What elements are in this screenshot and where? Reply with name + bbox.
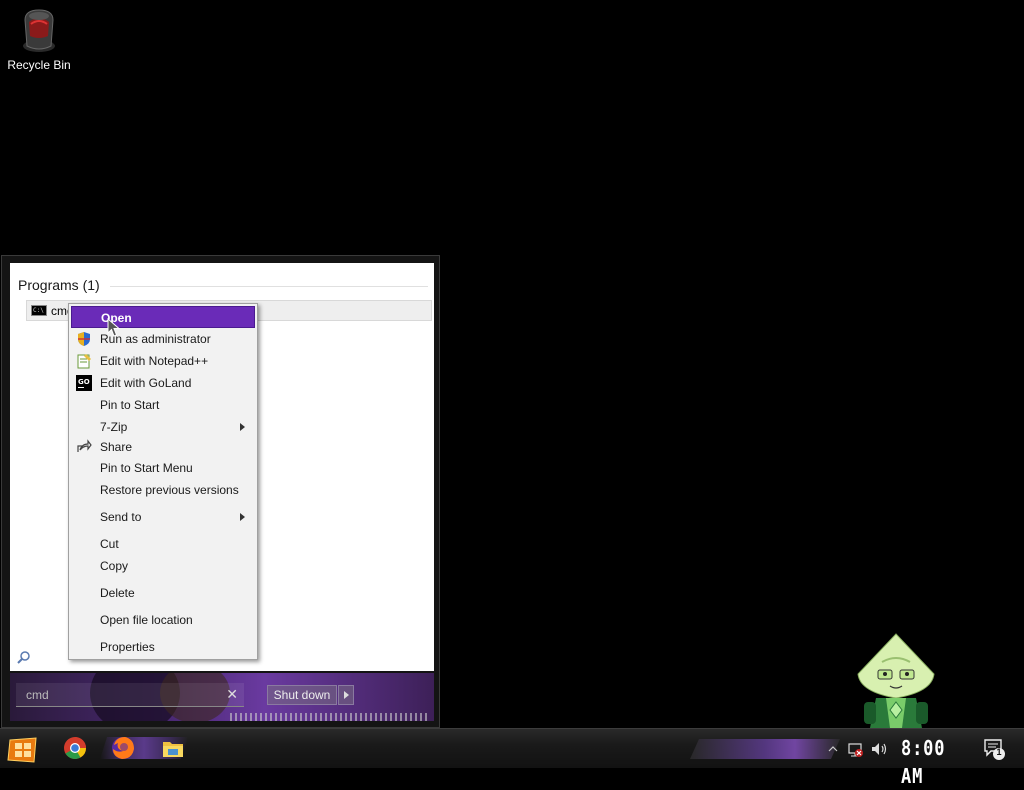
menu-item-label: Copy (100, 559, 129, 573)
taskbar-decoration (690, 739, 840, 759)
show-hidden-icons-chevron-icon[interactable] (828, 739, 838, 759)
menu-item-share[interactable]: Share (71, 436, 255, 458)
menu-item-label: Cut (100, 537, 119, 551)
notification-count-badge: 1 (996, 747, 1002, 757)
notepad-plus-plus-icon (77, 354, 91, 369)
start-button[interactable] (6, 736, 40, 764)
search-everywhere-icon[interactable] (17, 651, 31, 665)
search-input[interactable] (26, 686, 206, 704)
menu-item-label: Pin to Start Menu (100, 461, 193, 475)
menu-item-label: Open file location (100, 613, 193, 627)
menu-item-open[interactable]: Open (71, 306, 255, 328)
network-disconnected-icon[interactable] (846, 739, 864, 759)
menu-item-pin-to-start-menu[interactable]: Pin to Start Menu (71, 457, 255, 479)
share-icon (77, 439, 92, 452)
search-box[interactable]: ✕ (16, 683, 244, 707)
command-prompt-icon: C:\ (31, 305, 47, 316)
menu-item-pin-to-start[interactable]: Pin to Start (71, 394, 255, 416)
submenu-arrow-icon (240, 513, 245, 521)
menu-item-label: Delete (100, 586, 135, 600)
menu-item-edit-with-goland[interactable]: GO Edit with GoLand (71, 372, 255, 394)
context-menu: Open Run as administrator Edit with Note… (68, 303, 258, 660)
menu-item-restore-previous-versions[interactable]: Restore previous versions (71, 479, 255, 501)
volume-icon[interactable] (870, 739, 890, 759)
header-divider (110, 286, 428, 287)
start-menu-footer: ✕ Shut down (10, 673, 434, 721)
mouse-cursor-icon (107, 318, 121, 337)
uac-shield-icon (78, 332, 90, 346)
action-center-icon[interactable]: 1 (982, 737, 1008, 761)
goland-icon: GO (76, 375, 92, 391)
menu-item-label: 7-Zip (100, 420, 128, 434)
recycle-bin-icon (19, 6, 59, 54)
menu-item-label: Send to (100, 510, 142, 524)
menu-item-properties[interactable]: Properties (71, 636, 255, 658)
menu-item-7-zip[interactable]: 7-Zip (71, 416, 255, 438)
menu-item-cut[interactable]: Cut (71, 533, 255, 555)
menu-item-label: Share (100, 440, 133, 454)
menu-item-open-file-location[interactable]: Open file location (71, 609, 255, 631)
menu-item-copy[interactable]: Copy (71, 555, 255, 577)
file-explorer-icon[interactable] (160, 735, 186, 761)
menu-item-run-as-administrator[interactable]: Run as administrator (71, 328, 255, 350)
shutdown-options-arrow-icon[interactable] (338, 685, 354, 705)
menu-item-label: Restore previous versions (100, 483, 239, 497)
menu-item-send-to[interactable]: Send to (71, 506, 255, 528)
menu-item-label: Properties (100, 640, 155, 654)
menu-item-edit-with-notepad-plus-plus[interactable]: Edit with Notepad++ (71, 350, 255, 372)
menu-item-delete[interactable]: Delete (71, 582, 255, 604)
recycle-bin-label: Recycle Bin (7, 58, 71, 72)
menu-item-label: Edit with Notepad++ (100, 354, 209, 368)
programs-header: Programs (1) (18, 277, 100, 293)
taskbar-clock[interactable]: 8:00 AM (901, 734, 954, 788)
clear-search-icon[interactable]: ✕ (226, 686, 238, 702)
desktop: Recycle Bin Programs (1) C:\ cmd ✕ Shut … (0, 0, 1024, 788)
shutdown-button[interactable]: Shut down (267, 685, 337, 705)
submenu-arrow-icon (240, 423, 245, 431)
footer-stripe-decoration (230, 713, 430, 721)
chrome-icon[interactable] (62, 735, 88, 761)
recycle-bin-shortcut[interactable]: Recycle Bin (6, 6, 72, 72)
desktop-character-art (857, 633, 935, 728)
menu-item-label: Edit with GoLand (100, 376, 192, 390)
taskbar: 8:00 AM 1 (0, 728, 1024, 788)
svg-text:GO: GO (78, 378, 90, 386)
firefox-icon[interactable] (110, 735, 136, 761)
menu-item-label: Pin to Start (100, 398, 160, 412)
